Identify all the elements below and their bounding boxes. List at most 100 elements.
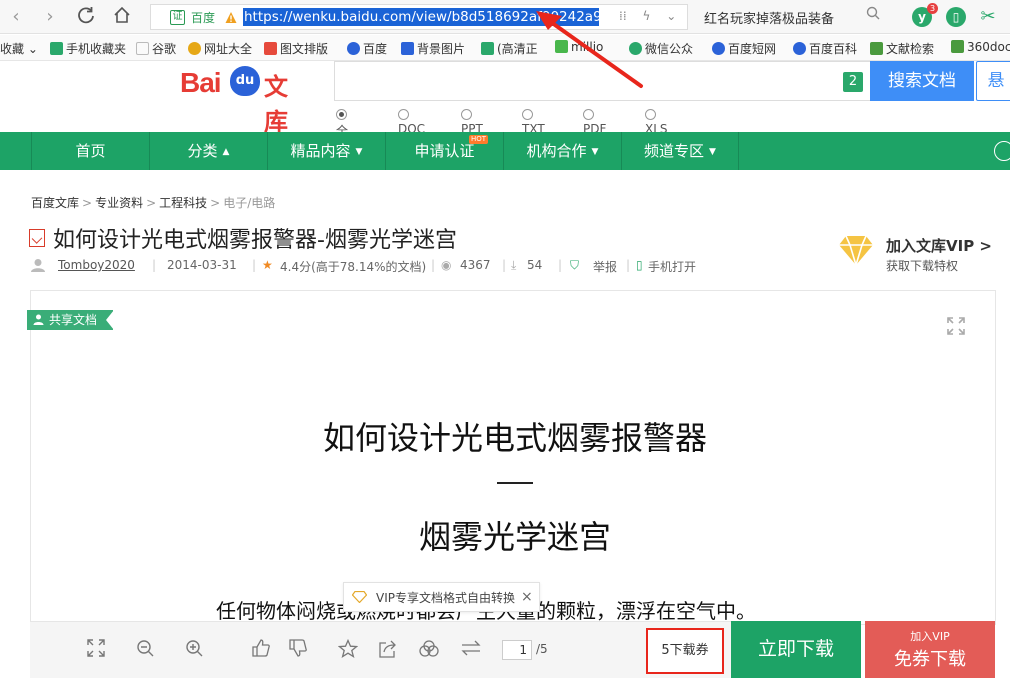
grid-icon[interactable]: ⁞⁞ [619,9,627,23]
search-docs-button[interactable]: 搜索文档 [870,61,974,101]
vip-format-tooltip[interactable]: VIP专享文档格式自由转换 × [343,582,540,612]
bookmark-item[interactable]: 背景图片 [401,40,465,57]
search-input[interactable]: 2 [334,61,872,101]
eye-icon: ◉ [441,258,452,272]
bookmark-item[interactable]: 百度 [347,40,387,57]
bookmark-item[interactable]: 图文排版 [264,40,328,57]
radio-icon [398,109,409,120]
bookmark-favorites[interactable]: 收藏 ⌄ [0,40,38,57]
site-icon [481,42,494,55]
shield-icon: ⛉ [570,258,580,272]
join-vip-link[interactable]: 加入文库VIP > [886,235,992,256]
swap-icon[interactable] [460,639,482,661]
vip-download-label: 免券下载 [894,649,966,670]
bookmark-item[interactable]: 百度短网 [712,40,776,57]
user-circle-icon[interactable] [994,141,1010,161]
author-link[interactable]: Tomboy2020 [58,258,135,272]
logo-wenku-text: 文库 [264,73,288,136]
forward-icon[interactable]: › [38,5,62,29]
bookmark-item[interactable]: 谷歌 [136,40,176,57]
reload-icon[interactable] [74,5,98,29]
thumbs-down-icon[interactable] [287,639,309,661]
back-icon[interactable]: ‹ [4,5,28,29]
bookmark-item[interactable]: 手机收藏夹 [50,40,126,57]
site-icon [188,42,201,55]
breadcrumb-item[interactable]: 工程科技 [159,196,207,210]
radio-icon [336,109,347,120]
nav-partners[interactable]: 机构合作 ▼ [503,132,621,170]
document-subheading: 烟雾光学迷宫 [418,518,611,556]
breadcrumb: 百度文库 > 专业资料 > 工程科技 > 电子/电路 [31,196,276,210]
page-total: /5 [536,642,548,656]
site-icon [401,42,414,55]
vip-subtitle: 获取下载特权 [886,259,959,273]
user-icon [30,258,46,275]
bookmarks-bar: 收藏 ⌄ 手机收藏夹 谷歌 网址大全 图文排版 百度 背景图片 (高清正 mil… [0,35,1010,61]
vip-free-download-button[interactable]: 加入VIP 免券下载 [865,621,995,678]
baidu-paw-icon [347,42,360,55]
certificate-icon[interactable]: 证 [170,10,185,25]
diamond-icon[interactable] [838,234,874,266]
chevron-right-icon: > [979,237,992,255]
shared-doc-tag: 共享文档 [27,310,115,330]
radio-icon [583,109,594,120]
star-outline-icon[interactable] [337,638,359,661]
bookmark-item[interactable]: 文献检索 [870,40,934,57]
radio-icon [645,109,656,120]
address-bar[interactable]: 证 百度 https://wenku.baidu.com/view/b8d518… [150,4,688,30]
document-heading: 如何设计光电式烟雾报警器 [322,419,707,457]
browser-toolbar: ‹ › 证 百度 https://wenku.baidu.com/view/b8… [0,0,1010,34]
url-text[interactable]: https://wenku.baidu.com/view/b8d518692af… [243,8,599,26]
zoom-in-icon[interactable] [183,639,205,661]
page-icon [136,42,149,55]
page-number-input[interactable]: 1 [502,640,532,660]
search-icon[interactable] [866,6,880,24]
chevron-down-icon[interactable]: ⌄ [666,9,676,23]
bookmark-item[interactable]: millio [555,40,603,54]
chevron-down-icon: ▼ [355,147,363,157]
nav-category[interactable]: 分类 ▲ [149,132,267,170]
open-on-mobile[interactable]: 手机打开 [648,258,696,275]
hot-badge: HOT [469,135,489,144]
baidu-paw-icon [793,42,806,55]
radio-icon [461,109,472,120]
breadcrumb-item[interactable]: 专业资料 [95,196,143,210]
warning-icon[interactable] [225,11,237,24]
phone-icon [50,42,63,55]
pdf-icon [29,229,45,247]
nav-certify[interactable]: 申请认证 HOT [385,132,503,170]
search-suggestion[interactable]: 红名玩家掉落极品装备 [704,8,834,27]
divider: | [626,258,631,272]
breadcrumb-item[interactable]: 百度文库 [31,196,79,210]
zoom-out-icon[interactable] [134,639,156,661]
bookmark-item[interactable]: 微信公众 [629,40,693,57]
download-now-button[interactable]: 立即下载 [731,621,861,678]
cloud-icon[interactable] [418,639,440,661]
extension-book-icon[interactable]: ▯ [946,7,966,27]
thumbs-up-icon[interactable] [250,639,272,661]
logo-bai-text: Bai [180,67,222,98]
user-icon [33,314,44,325]
lightning-icon[interactable]: ϟ [642,9,650,23]
secondary-search-button[interactable]: 悬 [976,61,1010,101]
breadcrumb-item[interactable]: 电子/电路 [223,196,275,210]
bookmark-item[interactable]: 网址大全 [188,40,252,57]
nav-channels[interactable]: 频道专区 ▼ [621,132,739,170]
logo-paw-icon: du [230,66,260,96]
share-icon[interactable] [377,639,399,661]
baidu-paw-icon [712,42,725,55]
bookmark-item[interactable]: (高清正 [481,40,538,57]
report-link[interactable]: 举报 [593,258,617,275]
divider: | [502,258,507,272]
scissors-icon[interactable]: ✂ [978,7,998,27]
bookmark-item[interactable]: 百度百科 [793,40,857,57]
divider: | [431,258,436,272]
nav-home[interactable]: 首页 [31,132,149,170]
fullscreen-icon[interactable] [85,639,107,661]
nav-premium[interactable]: 精品内容 ▼ [267,132,385,170]
close-icon[interactable]: × [521,583,533,611]
home-icon[interactable] [110,5,134,29]
bookmark-item[interactable]: 360doc [951,40,1010,54]
divider: | [152,258,157,272]
fullscreen-icon[interactable] [946,316,966,336]
